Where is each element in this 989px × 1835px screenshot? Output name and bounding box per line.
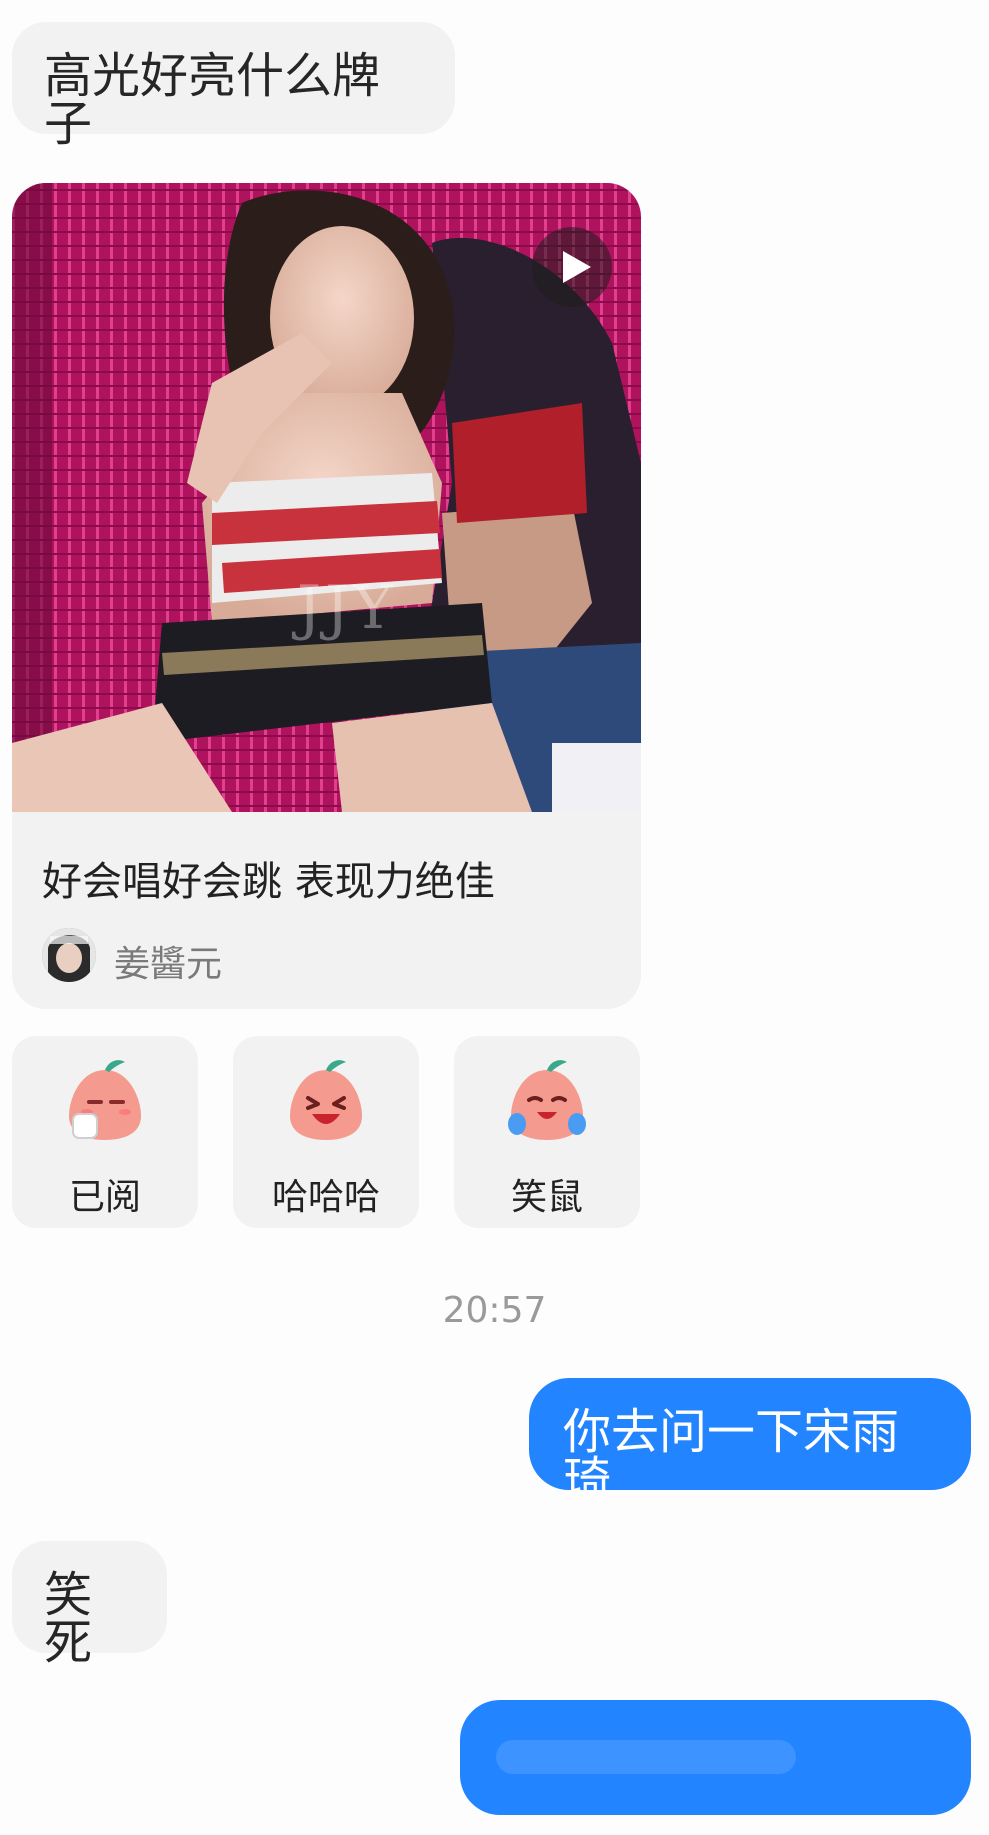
redacted-content: [496, 1740, 796, 1774]
reaction-laugh-cry[interactable]: 笑鼠: [454, 1036, 640, 1228]
peach-crying-laughing-icon: [508, 1060, 586, 1140]
shared-video-card[interactable]: JJY 好会唱好会跳 表现力绝佳 姜醬元: [12, 183, 641, 1009]
author-name: 姜醬元: [114, 944, 223, 985]
peach-tea-icon: [69, 1060, 141, 1140]
reaction-label: 笑鼠: [510, 1177, 583, 1218]
message-text: 笑死: [44, 1567, 93, 1671]
message-text: 高光好亮什么牌子: [44, 48, 381, 152]
message-text: 你去问一下宋雨琦: [563, 1404, 900, 1508]
video-thumbnail[interactable]: JJY: [12, 183, 641, 812]
reaction-label: 已阅: [68, 1177, 141, 1218]
incoming-message-bubble[interactable]: 笑死: [12, 1541, 167, 1667]
play-icon[interactable]: [532, 227, 612, 307]
incoming-message-bubble[interactable]: 高光好亮什么牌子: [12, 22, 455, 148]
reaction-label: 哈哈哈: [271, 1177, 380, 1218]
peach-laughing-icon: [290, 1060, 362, 1140]
message-timestamp: 20:57: [442, 1290, 547, 1331]
reaction-hahaha[interactable]: 哈哈哈: [233, 1036, 419, 1228]
video-watermark: JJY: [297, 573, 397, 643]
reaction-read[interactable]: 已阅: [12, 1036, 198, 1228]
video-title: 好会唱好会跳 表现力绝佳: [42, 859, 495, 905]
author-avatar-image: [42, 928, 96, 982]
outgoing-message-bubble[interactable]: 你去问一下宋雨琦: [529, 1378, 971, 1504]
author-avatar[interactable]: [42, 928, 96, 982]
outgoing-message-redacted[interactable]: [460, 1700, 971, 1815]
